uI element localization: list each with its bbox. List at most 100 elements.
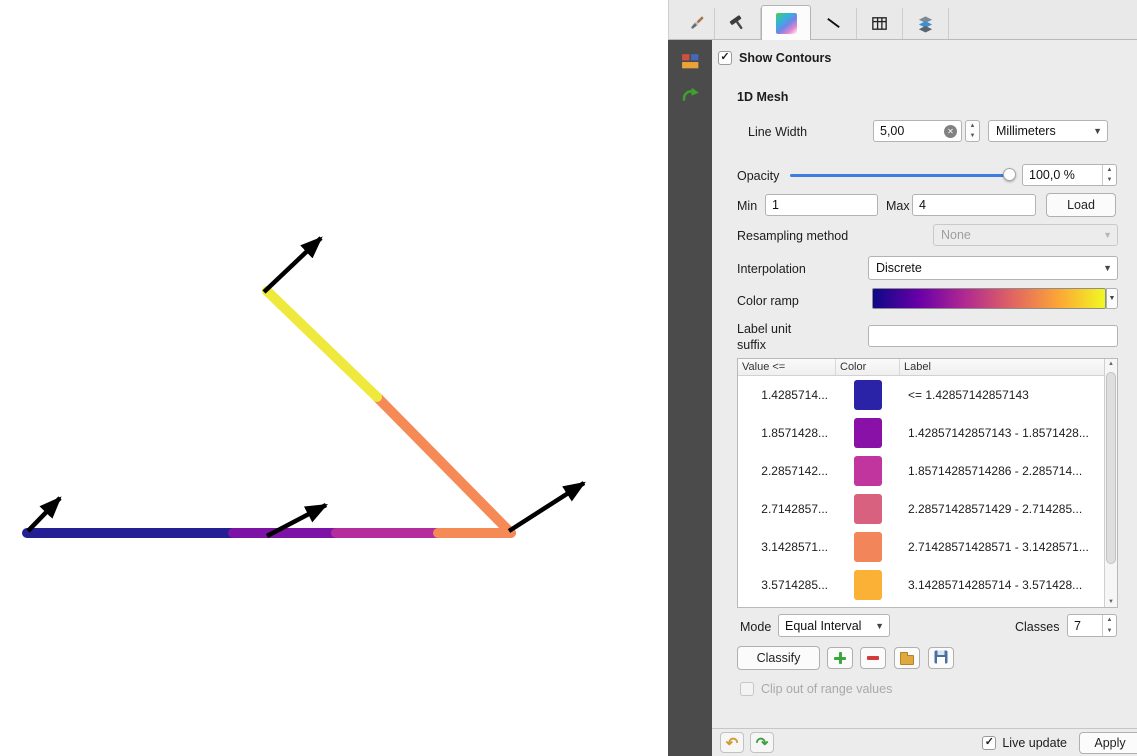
show-contours-row: ✓ Show Contours <box>718 51 831 65</box>
flow-arrow <box>28 498 60 531</box>
qgis-window: ✓ Show Contours 1D Mesh Line Width ✕ ▲ ▼… <box>0 0 1137 756</box>
tab-general-settings[interactable] <box>715 8 761 39</box>
row-value: 3.1428571... <box>738 540 836 554</box>
undo-icon: ↶ <box>726 734 739 752</box>
classes-table-header: Value <= Color Label <box>738 359 1104 376</box>
color-ramp-label: Color ramp <box>737 294 799 308</box>
table-row[interactable]: 2.2857142... 1.85714285714286 - 2.285714… <box>738 452 1104 490</box>
folder-icon <box>900 655 914 665</box>
remove-class-button[interactable] <box>860 647 886 669</box>
resampling-combo[interactable]: None ▼ <box>933 224 1118 246</box>
color-ramp-dropdown[interactable]: ▼ <box>1106 288 1118 309</box>
reload-style-icon[interactable] <box>677 83 703 109</box>
classes-spinbox[interactable]: 7 ▲▼ <box>1067 614 1117 637</box>
opacity-handle[interactable] <box>1003 168 1016 181</box>
row-color-cell <box>836 418 900 448</box>
opacity-value: 100,0 % <box>1023 165 1102 185</box>
mesh-symbology-icon[interactable] <box>677 48 703 74</box>
row-color-cell <box>836 570 900 600</box>
classes-stepper[interactable]: ▲▼ <box>1102 615 1116 636</box>
tab-symbology[interactable] <box>679 8 715 39</box>
table-row[interactable]: 1.4285714... <= 1.42857142857143 <box>738 376 1104 414</box>
color-ramp-preview[interactable] <box>872 288 1106 309</box>
row-label: 1.85714285714286 - 2.285714... <box>900 464 1104 478</box>
row-color-cell <box>836 380 900 410</box>
row-value: 1.4285714... <box>738 388 836 402</box>
line-width-unit-combo[interactable]: Millimeters ▼ <box>988 120 1108 142</box>
label-unit-suffix-wrap <box>868 325 1118 347</box>
row-color-swatch[interactable] <box>854 532 882 562</box>
line-width-stepper[interactable]: ▲ ▼ <box>965 120 980 142</box>
grid-icon <box>870 14 889 33</box>
save-icon <box>934 650 948 667</box>
clear-icon[interactable]: ✕ <box>944 125 957 138</box>
max-input-wrap <box>912 194 1036 216</box>
row-color-swatch[interactable] <box>854 418 882 448</box>
mode-combo[interactable]: Equal Interval ▼ <box>778 614 890 637</box>
max-label: Max <box>886 199 910 213</box>
load-button[interactable]: Load <box>1046 193 1116 217</box>
flow-arrow <box>509 483 584 531</box>
stepper-down-icon[interactable]: ▼ <box>966 131 979 141</box>
stepper-up-icon[interactable]: ▲ <box>966 121 979 131</box>
chevron-down-icon: ▼ <box>1093 126 1102 136</box>
clip-range-label: Clip out of range values <box>761 682 892 696</box>
row-color-swatch[interactable] <box>854 456 882 486</box>
row-label: 2.28571428571429 - 2.714285... <box>900 502 1104 516</box>
color-gradient-icon <box>776 13 797 34</box>
classes-table: Value <= Color Label 1.4285714... <= 1.4… <box>737 358 1118 608</box>
chevron-down-icon: ▼ <box>1103 230 1112 240</box>
table-row[interactable]: 3.5714285... 3.14285714285714 - 3.571428… <box>738 566 1104 604</box>
undo-style-button[interactable]: ↶ <box>720 732 744 753</box>
row-color-swatch[interactable] <box>854 570 882 600</box>
max-input[interactable] <box>913 195 1035 215</box>
row-label: 1.42857142857143 - 1.8571428... <box>900 426 1104 440</box>
interpolation-label: Interpolation <box>737 262 806 276</box>
opacity-fill <box>790 174 1015 177</box>
panel-footer: ↶ ↷ ✓ Live update Apply <box>712 728 1137 756</box>
table-row[interactable]: 1.8571428... 1.42857142857143 - 1.857142… <box>738 414 1104 452</box>
row-color-cell <box>836 456 900 486</box>
label-unit-suffix-input[interactable] <box>869 326 1117 346</box>
clip-range-checkbox[interactable]: ✓ <box>740 682 754 696</box>
show-contours-checkbox[interactable]: ✓ <box>718 51 732 65</box>
map-canvas-svg[interactable] <box>0 0 668 756</box>
mesh-edge <box>377 397 511 533</box>
scroll-up-icon[interactable]: ▲ <box>1105 361 1117 367</box>
live-update-checkbox[interactable]: ✓ <box>982 736 996 750</box>
add-class-button[interactable] <box>827 647 853 669</box>
classify-button[interactable]: Classify <box>737 646 820 670</box>
min-input[interactable] <box>766 195 877 215</box>
map-canvas[interactable] <box>0 0 668 756</box>
row-value: 3.5714285... <box>738 578 836 592</box>
row-value: 1.8571428... <box>738 426 836 440</box>
row-color-swatch[interactable] <box>854 494 882 524</box>
scrollbar-thumb[interactable] <box>1106 372 1116 564</box>
scroll-down-icon[interactable]: ▼ <box>1105 599 1117 605</box>
hammer-icon <box>728 14 747 33</box>
save-ramp-button[interactable] <box>928 647 954 669</box>
table-row[interactable]: 3.1428571... 2.71428571428571 - 3.142857… <box>738 528 1104 566</box>
line-width-input-wrap: ✕ <box>873 120 962 142</box>
header-value: Value <= <box>738 359 836 375</box>
panel-tab-bar <box>668 0 1137 40</box>
table-row[interactable]: 2.7142857... 2.28571428571429 - 2.714285… <box>738 490 1104 528</box>
opacity-slider[interactable] <box>790 168 1015 182</box>
interpolation-combo[interactable]: Discrete ▼ <box>868 256 1118 280</box>
opacity-label: Opacity <box>737 169 779 183</box>
tab-table[interactable] <box>857 8 903 39</box>
opacity-stepper[interactable]: ▲▼ <box>1102 165 1116 185</box>
tab-lines[interactable] <box>811 8 857 39</box>
classes-label: Classes <box>1015 620 1059 634</box>
redo-style-button[interactable]: ↷ <box>750 732 774 753</box>
opacity-spinbox[interactable]: 100,0 % ▲▼ <box>1022 164 1117 186</box>
apply-button[interactable]: Apply <box>1079 732 1137 754</box>
row-value: 2.2857142... <box>738 464 836 478</box>
table-scrollbar[interactable]: ▲ ▼ <box>1104 359 1117 607</box>
row-label: 3.14285714285714 - 3.571428... <box>900 578 1104 592</box>
tab-contours[interactable] <box>761 5 811 40</box>
tab-layers[interactable] <box>903 8 949 39</box>
mesh-group-title: 1D Mesh <box>737 90 788 104</box>
load-ramp-button[interactable] <box>894 647 920 669</box>
row-color-swatch[interactable] <box>854 380 882 410</box>
